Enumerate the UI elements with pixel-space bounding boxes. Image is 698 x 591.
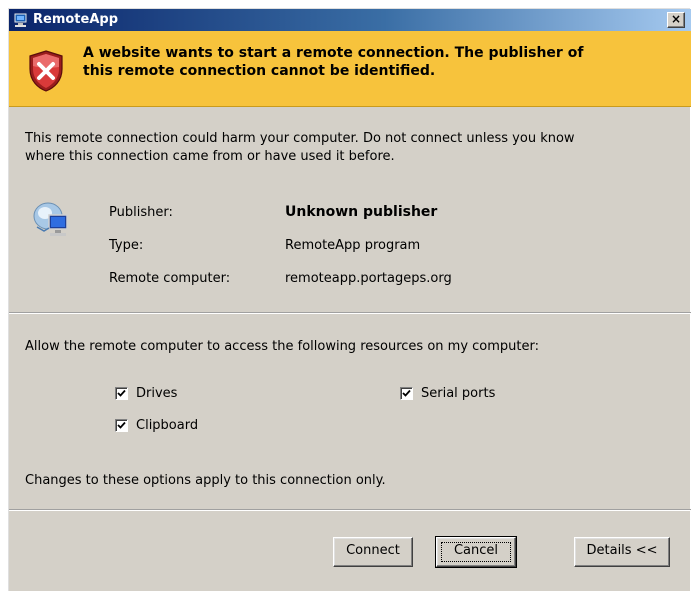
checkmark-icon xyxy=(117,389,126,397)
serial-ports-checkbox[interactable] xyxy=(400,387,413,400)
clipboard-label[interactable]: Clipboard xyxy=(136,418,198,433)
close-button[interactable]: × xyxy=(667,12,685,28)
banner-message: A website wants to start a remote connec… xyxy=(83,44,653,80)
remote-computer-icon xyxy=(31,201,71,241)
title-bar[interactable]: RemoteApp × xyxy=(9,9,691,31)
banner-line-1: A website wants to start a remote connec… xyxy=(83,45,584,61)
banner-line-2: this remote connection cannot be identif… xyxy=(83,63,436,79)
close-icon: × xyxy=(670,12,682,26)
remote-computer-label: Remote computer: xyxy=(109,271,231,286)
drives-label[interactable]: Drives xyxy=(136,386,177,401)
warning-line-1: This remote connection could harm your c… xyxy=(25,131,575,146)
window-title: RemoteApp xyxy=(33,12,119,27)
type-label: Type: xyxy=(109,238,144,253)
shield-error-icon xyxy=(27,49,65,93)
clipboard-checkbox[interactable] xyxy=(115,419,128,432)
checkmark-icon xyxy=(402,389,411,397)
separator-top xyxy=(9,312,691,314)
type-value: RemoteApp program xyxy=(285,238,421,253)
publisher-value: Unknown publisher xyxy=(285,204,438,220)
publisher-label: Publisher: xyxy=(109,205,173,220)
remoteapp-title-icon xyxy=(12,12,29,28)
details-button[interactable]: Details << xyxy=(574,537,670,567)
drives-checkbox[interactable] xyxy=(115,387,128,400)
options-note: Changes to these options apply to this c… xyxy=(25,473,386,488)
resources-prompt: Allow the remote computer to access the … xyxy=(25,339,539,354)
cancel-button[interactable]: Cancel xyxy=(435,536,517,568)
warning-line-2: where this connection came from or have … xyxy=(25,149,395,164)
connect-button[interactable]: Connect xyxy=(333,537,413,567)
clipboard-option[interactable]: Clipboard xyxy=(115,418,198,433)
separator-bottom xyxy=(9,509,691,511)
serial-ports-label[interactable]: Serial ports xyxy=(421,386,495,401)
warning-banner: A website wants to start a remote connec… xyxy=(9,31,691,107)
drives-option[interactable]: Drives xyxy=(115,386,177,401)
checkmark-icon xyxy=(117,421,126,429)
remote-computer-value: remoteapp.portageps.org xyxy=(285,271,452,286)
warning-message: This remote connection could harm your c… xyxy=(25,130,665,166)
remoteapp-dialog: RemoteApp × A website wants to start a r… xyxy=(8,8,691,591)
serial-ports-option[interactable]: Serial ports xyxy=(400,386,495,401)
focus-rectangle xyxy=(441,542,511,562)
